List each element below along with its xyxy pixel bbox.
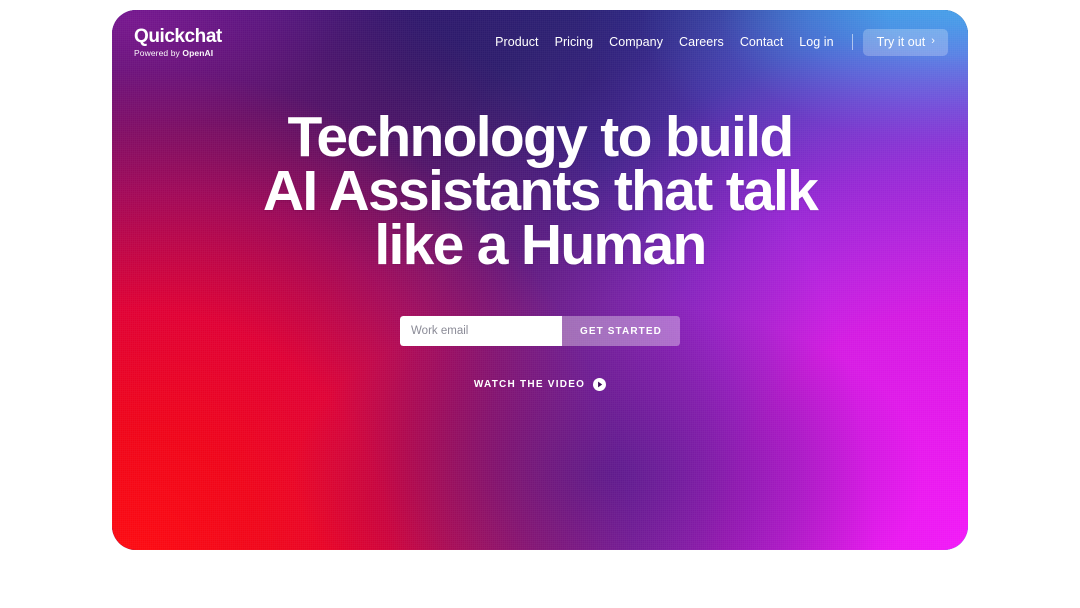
signup-form: GET STARTED xyxy=(400,316,680,346)
top-navigation-bar: Quickchat Powered by OpenAI Product Pric… xyxy=(112,10,968,74)
play-circle-icon xyxy=(593,378,607,391)
headline-line-2: AI Assistants that talk xyxy=(262,159,819,223)
nav-link-log-in[interactable]: Log in xyxy=(791,29,841,55)
hero-content: Quickchat Powered by OpenAI Product Pric… xyxy=(112,10,968,550)
headline-line-3: like a Human xyxy=(374,213,707,277)
brand-logo[interactable]: Quickchat Powered by OpenAI xyxy=(126,25,222,58)
nav-link-pricing[interactable]: Pricing xyxy=(547,29,602,55)
brand-tagline-openai: OpenAI xyxy=(182,47,214,58)
nav-links: Product Pricing Company Careers Contact … xyxy=(487,28,948,56)
nav-link-contact[interactable]: Contact xyxy=(732,29,791,55)
try-it-out-label: Try it out xyxy=(876,34,926,49)
try-it-out-button[interactable]: Try it out › xyxy=(862,28,948,56)
hero-card: Quickchat Powered by OpenAI Product Pric… xyxy=(112,10,968,550)
watch-the-video-label: WATCH THE VIDEO xyxy=(473,379,586,390)
nav-link-careers[interactable]: Careers xyxy=(671,29,732,55)
page-root: Quickchat Powered by OpenAI Product Pric… xyxy=(0,0,1080,608)
nav-divider xyxy=(851,34,853,50)
hero-main: Technology to build AI Assistants that t… xyxy=(112,105,968,391)
brand-tagline-prefix: Powered by xyxy=(134,47,183,58)
headline-line-1: Technology to build xyxy=(287,105,795,169)
watch-the-video-link[interactable]: WATCH THE VIDEO xyxy=(473,378,607,391)
brand-tagline: Powered by OpenAI xyxy=(134,48,222,58)
brand-name: Quickchat xyxy=(134,25,222,47)
page-title: Technology to build AI Assistants that t… xyxy=(262,105,819,277)
get-started-button[interactable]: GET STARTED xyxy=(562,316,680,346)
nav-link-product[interactable]: Product xyxy=(487,29,546,55)
email-field[interactable] xyxy=(400,316,563,346)
nav-link-company[interactable]: Company xyxy=(601,29,671,55)
chevron-right-icon: › xyxy=(931,35,935,47)
